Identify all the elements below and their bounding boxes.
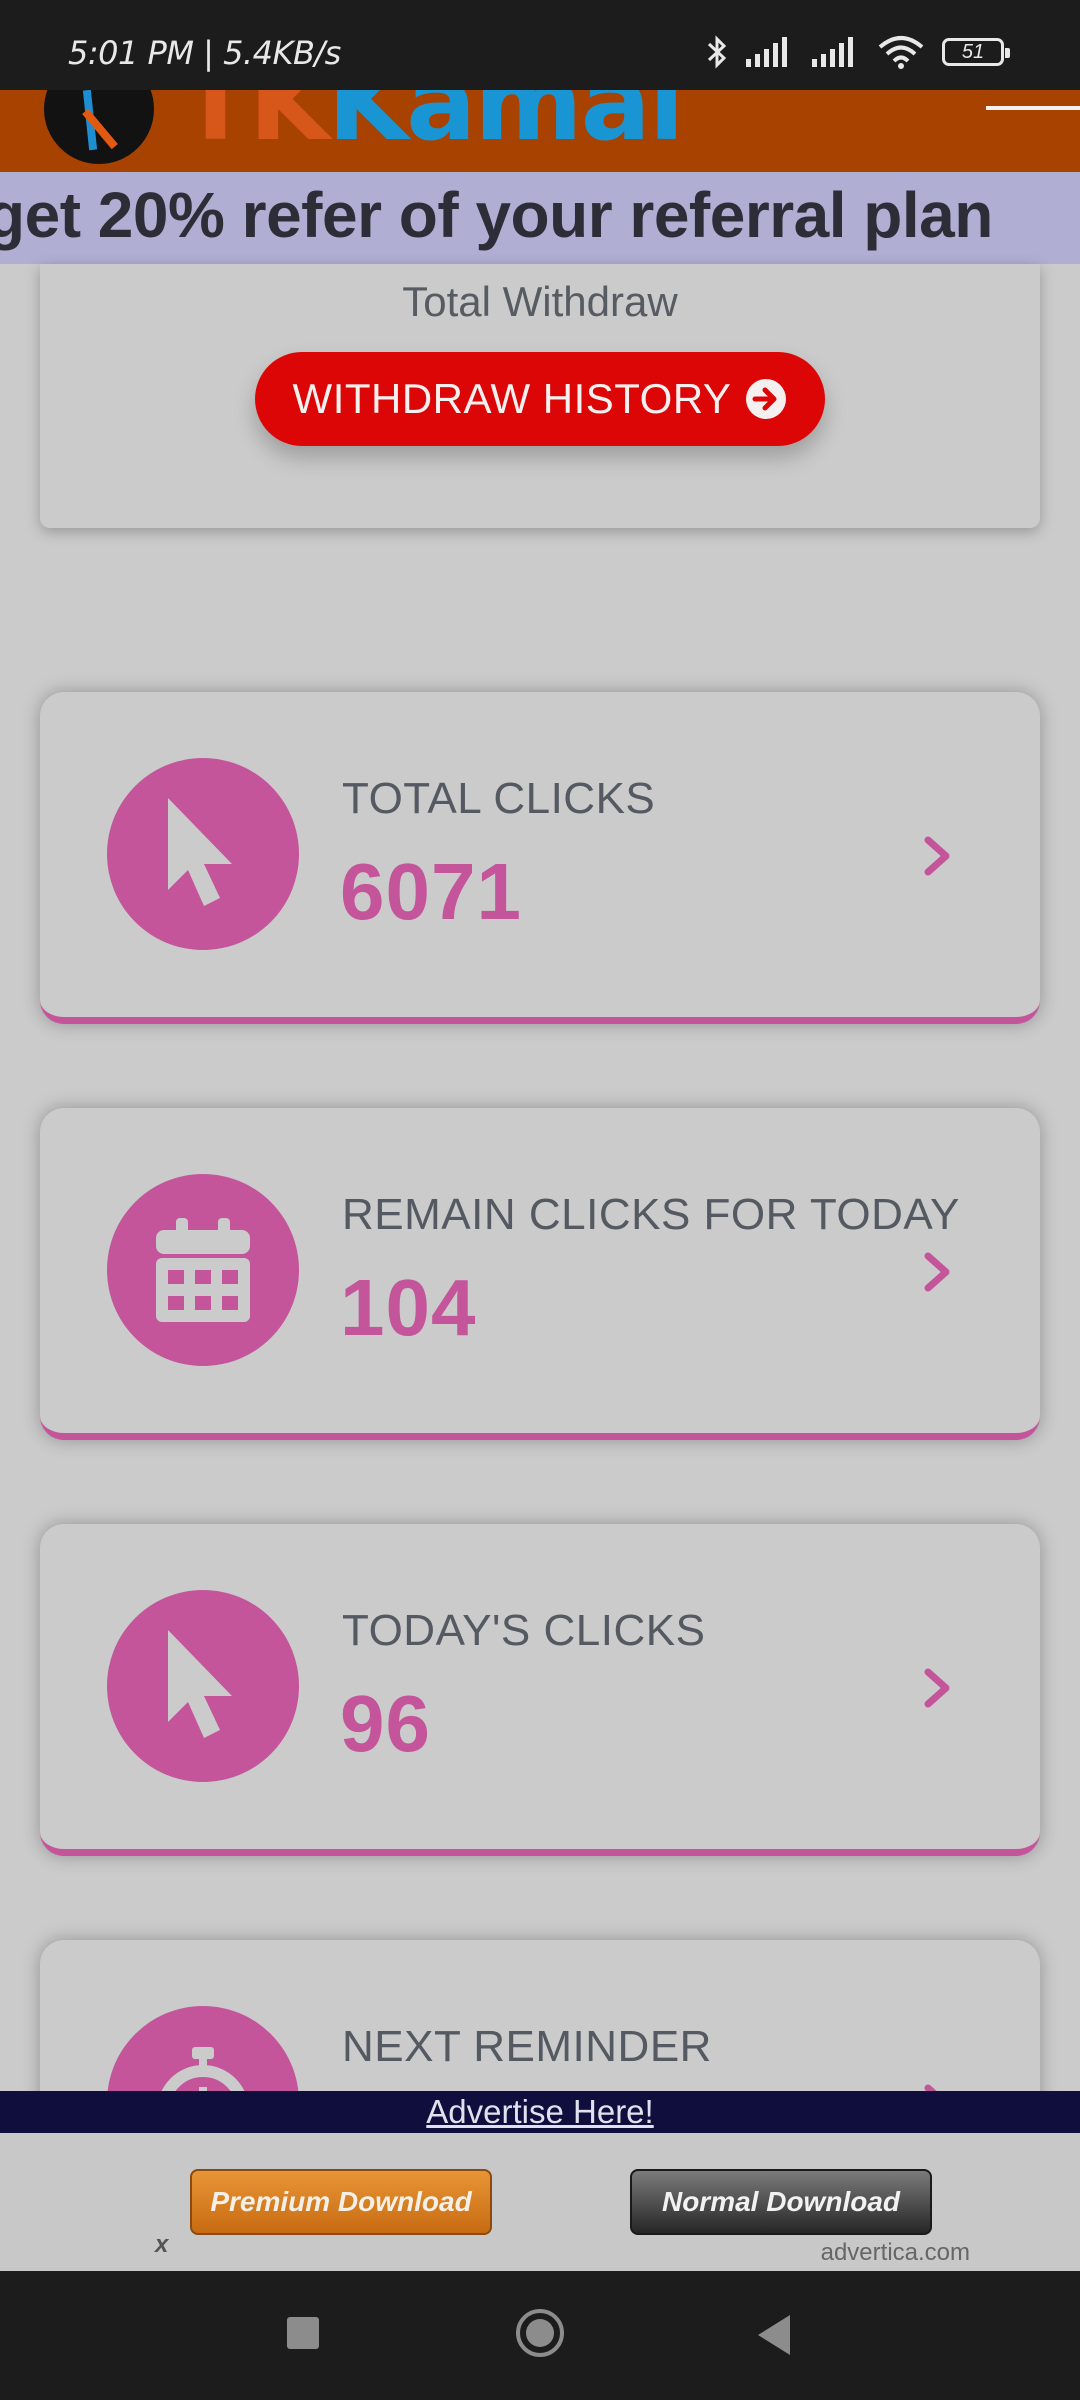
back-icon[interactable] <box>758 2315 790 2355</box>
battery-level: 51 <box>961 40 985 63</box>
stat-value: 104 <box>340 1263 477 1352</box>
logo-text-kamal: Kamal <box>327 90 685 164</box>
cursor-icon <box>168 798 232 906</box>
status-bar: 5:01 PM | 5.4KB/s 51 <box>0 0 1080 90</box>
cursor-icon <box>168 1630 232 1738</box>
advertise-here-link[interactable]: Advertise Here! <box>426 2093 653 2130</box>
arrow-circle-right-icon <box>746 379 787 419</box>
recents-icon[interactable] <box>287 2317 319 2349</box>
chevron-right-icon[interactable] <box>922 1250 952 1294</box>
battery-icon: 51 <box>942 38 1010 66</box>
ad-banner: Premium Download Normal Download x adver… <box>0 2133 1080 2271</box>
stat-card-remain-clicks[interactable]: REMAIN CLICKS FOR TODAY 104 <box>40 1108 1040 1440</box>
stat-card-todays-clicks[interactable]: TODAY'S CLICKS 96 <box>40 1524 1040 1856</box>
chevron-right-icon[interactable] <box>922 1666 952 1710</box>
ad-strip: Advertise Here! <box>0 2091 1080 2133</box>
logo-text-tk: TK <box>180 90 330 164</box>
close-icon: x <box>155 2231 169 2258</box>
home-icon[interactable] <box>516 2309 564 2357</box>
bluetooth-icon <box>707 35 727 69</box>
status-icons: 51 <box>706 34 1010 70</box>
stat-value: 6071 <box>340 847 522 936</box>
stat-title: NEXT REMINDER <box>342 2022 712 2071</box>
stat-title: TOTAL CLICKS <box>342 774 656 823</box>
withdraw-history-label: WITHDRAW HISTORY <box>292 375 732 422</box>
signal-icon <box>812 37 853 67</box>
signal-icon <box>746 37 787 67</box>
premium-download-button[interactable]: Premium Download <box>190 2169 492 2235</box>
stat-card-total-clicks[interactable]: TOTAL CLICKS 6071 <box>40 692 1040 1024</box>
hamburger-icon[interactable] <box>980 90 1080 172</box>
stat-icon-circle <box>107 1590 299 1782</box>
ad-close-button[interactable]: x <box>155 2231 168 2259</box>
stat-title: REMAIN CLICKS FOR TODAY <box>342 1190 960 1239</box>
normal-download-button[interactable]: Normal Download <box>630 2169 932 2235</box>
announcement-marquee: get 20% refer of your referral plan <box>0 172 1080 264</box>
stat-title: TODAY'S CLICKS <box>342 1606 706 1655</box>
wifi-icon <box>878 36 924 69</box>
status-time: 5:01 PM | 5.4KB/s <box>68 34 341 72</box>
stat-icon-circle <box>107 758 299 950</box>
site-logo[interactable]: TKKamal <box>180 90 685 164</box>
marquee-text: get 20% refer of your referral plan <box>0 179 993 251</box>
stat-icon-circle <box>107 1174 299 1366</box>
site-header: TKKamal <box>0 90 1080 172</box>
withdraw-card: Total Withdraw WITHDRAW HISTORY <box>40 264 1040 528</box>
system-nav-bar <box>0 2271 1080 2400</box>
logo-icon[interactable] <box>44 90 154 164</box>
ad-domain: advertica.com <box>820 2239 970 2266</box>
chevron-right-icon[interactable] <box>922 834 952 878</box>
total-withdraw-label: Total Withdraw <box>402 278 678 325</box>
stat-value: 96 <box>340 1679 431 1768</box>
withdraw-history-button[interactable]: WITHDRAW HISTORY <box>255 352 825 446</box>
calendar-icon <box>156 1218 250 1322</box>
